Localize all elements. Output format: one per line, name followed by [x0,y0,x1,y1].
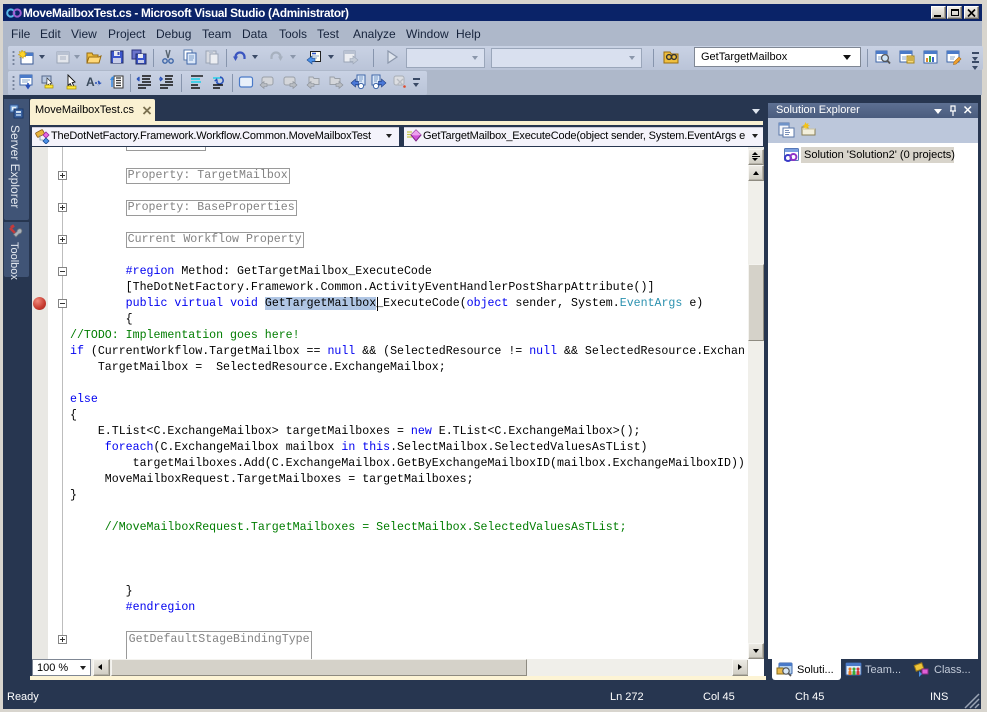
svg-text:A: A [86,75,95,89]
